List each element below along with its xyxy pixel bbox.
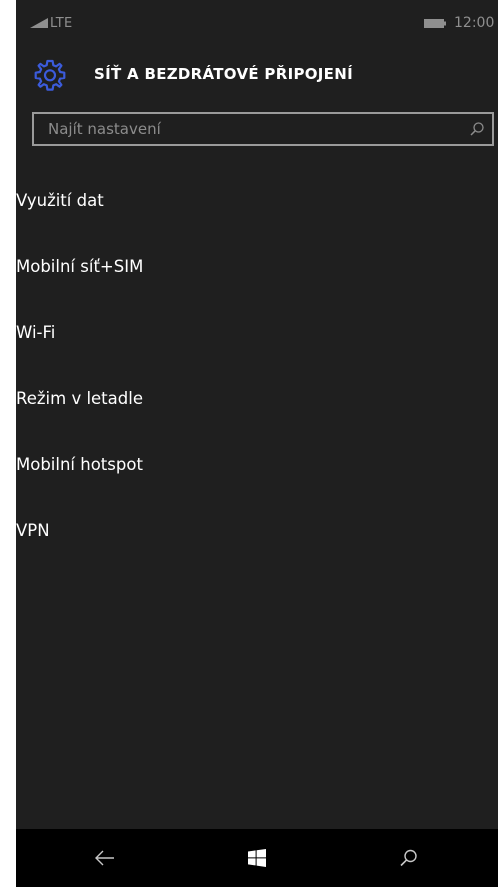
search-input[interactable] (34, 114, 448, 144)
status-bar: LTE 12:00 (16, 0, 498, 40)
settings-menu: Využití dat Mobilní síť+SIM Wi-Fi Režim … (16, 175, 498, 571)
gear-icon (34, 59, 66, 91)
search-button[interactable] (369, 829, 449, 887)
windows-logo-icon (248, 849, 266, 867)
page-header: SÍŤ A BEZDRÁTOVÉ PŘIPOJENÍ (16, 52, 498, 96)
search-icon (400, 849, 417, 867)
menu-item-data-usage[interactable]: Využití dat (16, 175, 498, 241)
search-box[interactable] (32, 112, 494, 146)
navigation-bar (16, 829, 498, 887)
back-arrow-icon (95, 850, 114, 866)
clock: 12:00 (454, 15, 495, 31)
menu-item-mobile-hotspot[interactable]: Mobilní hotspot (16, 439, 498, 505)
menu-item-cellular-sim[interactable]: Mobilní síť+SIM (16, 241, 498, 307)
menu-item-airplane-mode[interactable]: Režim v letadle (16, 373, 498, 439)
signal-bars-icon (30, 18, 48, 28)
phone-frame: LTE 12:00 SÍŤ A BEZDRÁTOVÉ PŘIPOJENÍ Naj… (0, 0, 498, 887)
back-button[interactable] (65, 829, 145, 887)
battery-icon (424, 19, 446, 28)
network-type: LTE (50, 16, 73, 31)
menu-item-wifi[interactable]: Wi-Fi (16, 307, 498, 373)
menu-item-vpn[interactable]: VPN (16, 505, 498, 571)
page-title: SÍŤ A BEZDRÁTOVÉ PŘIPOJENÍ (94, 65, 353, 83)
search-icon[interactable] (469, 121, 485, 137)
settings-screen: LTE 12:00 SÍŤ A BEZDRÁTOVÉ PŘIPOJENÍ Naj… (16, 0, 498, 887)
start-button[interactable] (217, 829, 297, 887)
